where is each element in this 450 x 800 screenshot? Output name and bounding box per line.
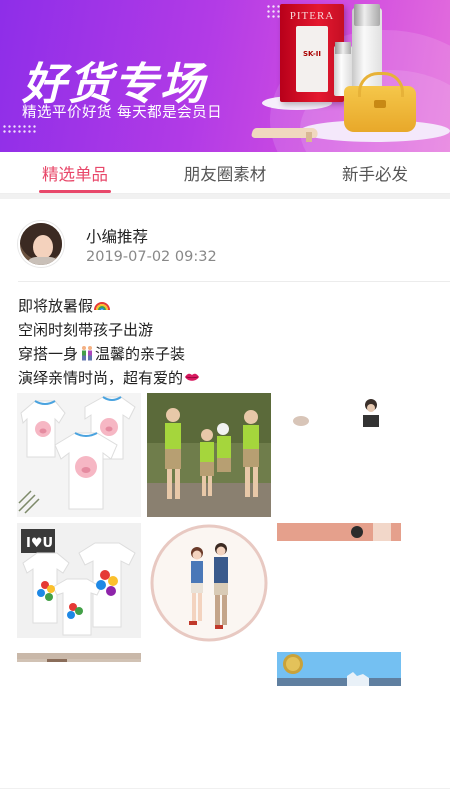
banner-subtitle: 精选平价好货 每天都是会员日 <box>22 105 223 121</box>
caption-line: 空闲时刻带孩子出游 <box>18 321 154 339</box>
promo-banner[interactable]: PITERA SK-II 好货专场 精选平价好货 每天都是会员日 <box>0 0 450 152</box>
caption-line: 穿搭一身 温馨的亲子装 <box>18 345 186 363</box>
post-image[interactable] <box>147 393 271 517</box>
author-name: 小编推荐 <box>86 228 149 246</box>
post-image[interactable] <box>147 523 271 643</box>
svg-text:I♥U: I♥U <box>26 536 53 551</box>
divider <box>0 194 450 199</box>
caption-line: 即将放暑假 <box>18 294 438 318</box>
couple-icon <box>82 346 93 361</box>
divider <box>18 281 450 282</box>
product-brand: PITERA <box>289 10 335 22</box>
tab-featured[interactable]: 精选单品 <box>0 152 150 193</box>
post-image[interactable] <box>277 652 401 686</box>
post-caption: 即将放暑假 空闲时刻带孩子出游 穿搭一身 温馨的亲子装 演绎亲情时尚，超有爱的 <box>18 294 438 390</box>
handbag-image <box>344 72 416 132</box>
post-image[interactable] <box>17 393 141 517</box>
post-image[interactable] <box>17 653 141 662</box>
dot-pattern <box>2 124 36 134</box>
lips-icon <box>185 373 200 381</box>
tab-beginner[interactable]: 新手必发 <box>300 152 450 193</box>
category-tabs: 精选单品 朋友圈素材 新手必发 <box>0 152 450 194</box>
tab-moments-material[interactable]: 朋友圈素材 <box>150 152 300 193</box>
shoe-image <box>250 118 322 142</box>
bottom-edge <box>0 788 450 800</box>
post-image[interactable] <box>277 393 401 427</box>
product-label: SK-II <box>303 50 321 58</box>
post-image[interactable]: I♥U <box>17 523 141 638</box>
post-image[interactable] <box>277 523 401 541</box>
post-timestamp: 2019-07-02 09:32 <box>86 249 217 265</box>
rainbow-icon <box>94 302 111 311</box>
caption-line: 演绎亲情时尚，超有爱的 <box>18 366 438 390</box>
avatar[interactable] <box>18 221 64 267</box>
